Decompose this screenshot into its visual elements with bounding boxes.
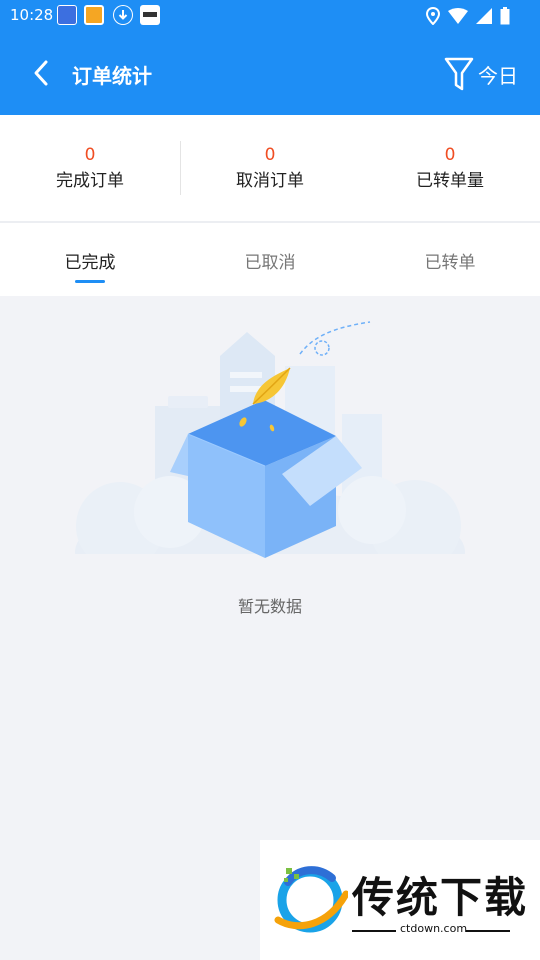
tab-cancelled[interactable]: 已取消 <box>180 248 360 273</box>
stat-cancelled-orders: 0 取消订单 <box>180 145 360 191</box>
divider <box>352 930 396 932</box>
filter-label: 今日 <box>478 63 518 88</box>
back-button[interactable] <box>28 56 58 90</box>
status-bar: 10:28 <box>0 0 540 32</box>
navigation-bar: 订单统计 今日 <box>0 32 540 115</box>
stat-value: 0 <box>264 145 276 165</box>
active-tab-indicator <box>75 280 105 283</box>
stat-completed-orders: 0 完成订单 <box>0 145 180 191</box>
status-time: 10:28 <box>10 6 54 24</box>
divider <box>466 930 510 932</box>
stats-panel: 0 完成订单 0 取消订单 0 已转单量 <box>0 115 540 222</box>
stat-label: 取消订单 <box>236 171 304 191</box>
app-notification-icon <box>84 5 104 25</box>
app-notification-icon <box>140 5 160 25</box>
watermark-url: ctdown.com <box>400 922 468 935</box>
empty-state-message: 暂无数据 <box>237 597 302 616</box>
tab-bar: 已完成 已取消 已转单 <box>0 223 540 296</box>
signal-icon <box>476 8 492 24</box>
download-icon <box>113 5 133 25</box>
page-title: 订单统计 <box>72 64 152 88</box>
stat-label: 完成订单 <box>56 171 124 191</box>
watermark-logo-icon <box>274 866 348 933</box>
stat-label: 已转单量 <box>416 171 484 191</box>
status-icons <box>426 6 510 26</box>
stat-value: 0 <box>84 145 96 165</box>
filter-icon <box>444 57 474 91</box>
chevron-left-icon <box>34 60 48 86</box>
watermark: 传统下载 ctdown.com <box>260 840 540 960</box>
stat-value: 0 <box>444 145 456 165</box>
stat-transferred-orders: 0 已转单量 <box>360 145 540 191</box>
watermark-title: 传统下载 <box>352 873 529 922</box>
app-notification-icon <box>57 5 77 25</box>
date-filter-button[interactable]: 今日 <box>444 54 518 94</box>
tab-transferred[interactable]: 已转单 <box>360 248 540 273</box>
battery-icon <box>500 7 510 25</box>
tab-completed[interactable]: 已完成 <box>0 248 180 273</box>
location-icon <box>426 7 440 25</box>
wifi-icon <box>448 8 468 24</box>
empty-box-illustration <box>60 316 480 612</box>
